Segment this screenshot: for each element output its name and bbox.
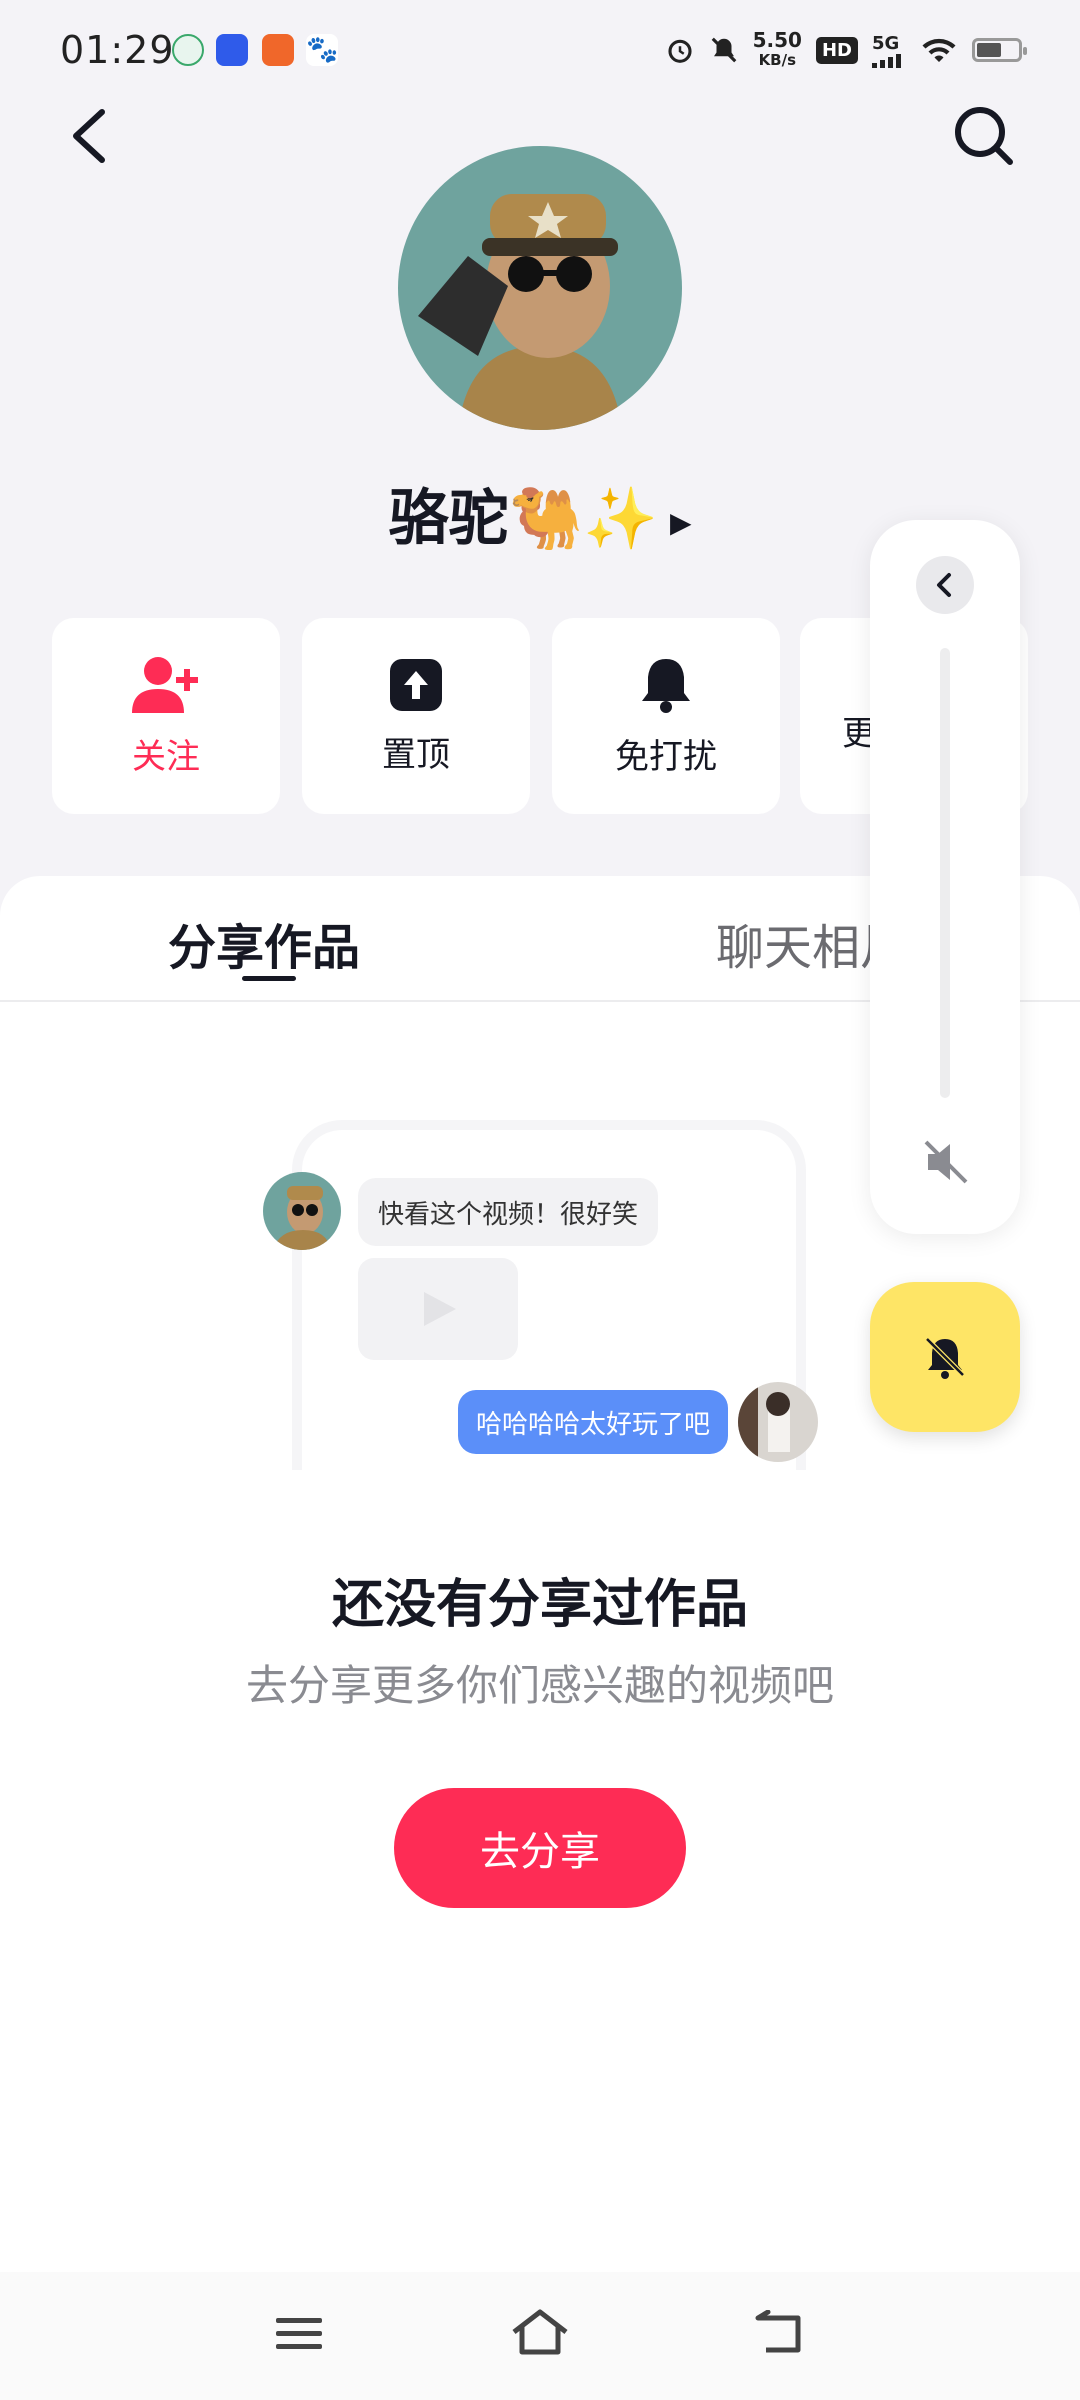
empty-state-title: 还没有分享过作品 <box>331 1575 748 1635</box>
app-notification-icon <box>172 34 204 66</box>
do-not-disturb-button[interactable]: 免打扰 <box>552 618 780 814</box>
video-message-card <box>358 1258 518 1360</box>
collapse-panel-button[interactable] <box>916 556 974 614</box>
status-right-cluster: 5.50 KB/s HD 5G <box>665 30 1027 70</box>
network-speed-unit: KB/s <box>758 51 797 69</box>
volume-slider[interactable] <box>940 648 950 1098</box>
battery-icon <box>972 38 1027 62</box>
add-user-icon <box>132 656 198 713</box>
illustration-avatar-sender <box>263 1172 341 1250</box>
search-button[interactable] <box>948 100 1020 172</box>
nickname-text: 骆驼🐫✨ <box>388 484 658 554</box>
empty-state-subtitle: 去分享更多你们感兴趣的视频吧 <box>245 1661 834 1710</box>
follow-label: 关注 <box>132 736 200 777</box>
illustration-avatar-receiver <box>738 1382 818 1462</box>
profile-avatar[interactable] <box>398 146 682 430</box>
caret-right-icon: ▶ <box>669 505 692 539</box>
network-speed-value: 5.50 <box>752 28 802 52</box>
home-icon <box>512 2309 568 2355</box>
hamburger-menu-icon <box>276 2318 322 2349</box>
volume-panel <box>870 520 1020 1234</box>
pin-top-button[interactable]: 置顶 <box>302 618 530 814</box>
home-button[interactable] <box>510 2308 570 2362</box>
active-tab-indicator <box>242 976 296 981</box>
shopping-app-notification-icon <box>262 34 294 66</box>
follow-button[interactable]: 关注 <box>52 618 280 814</box>
hd-badge: HD <box>815 36 858 64</box>
chevron-left-icon <box>73 109 105 163</box>
back-button[interactable] <box>60 100 120 172</box>
pin-to-top-icon <box>390 658 442 711</box>
search-icon <box>955 107 1013 165</box>
network-speed: 5.50 KB/s <box>753 30 802 70</box>
back-nav-button[interactable] <box>754 2309 804 2360</box>
network-type: 5G <box>872 32 900 54</box>
speaker-muted-icon <box>924 1140 968 1184</box>
received-message-bubble: 快看这个视频！很好笑 <box>358 1178 659 1246</box>
wifi-icon <box>922 38 956 62</box>
sent-message-bubble: 哈哈哈哈太好玩了吧 <box>458 1390 729 1454</box>
go-share-button[interactable]: 去分享 <box>394 1788 686 1908</box>
avatar-illustration <box>398 146 682 430</box>
play-icon <box>424 1292 456 1326</box>
pin-top-label: 置顶 <box>382 734 450 775</box>
status-bar: 01:29 🐾 5.50 KB/s HD 5G <box>0 0 1080 100</box>
mute-button[interactable] <box>918 1134 974 1190</box>
alarm-icon <box>668 39 692 63</box>
chevron-left-small-icon <box>937 573 951 597</box>
tab-shared-works[interactable]: 分享作品 <box>168 908 360 978</box>
signal-icon: 5G <box>872 33 906 68</box>
system-nav-bar <box>0 2272 1080 2400</box>
baidu-notification-icon: 🐾 <box>306 34 339 66</box>
menu-button[interactable] <box>274 2312 324 2360</box>
silent-mode-icon <box>711 37 736 63</box>
bell-off-icon <box>925 1337 965 1379</box>
dnd-floating-button[interactable] <box>870 1282 1020 1432</box>
return-icon <box>755 2309 801 2353</box>
status-time: 01:29 <box>60 28 175 72</box>
do-not-disturb-label: 免打扰 <box>615 736 717 777</box>
bell-icon <box>642 658 690 713</box>
chat-app-notification-icon <box>216 34 248 66</box>
